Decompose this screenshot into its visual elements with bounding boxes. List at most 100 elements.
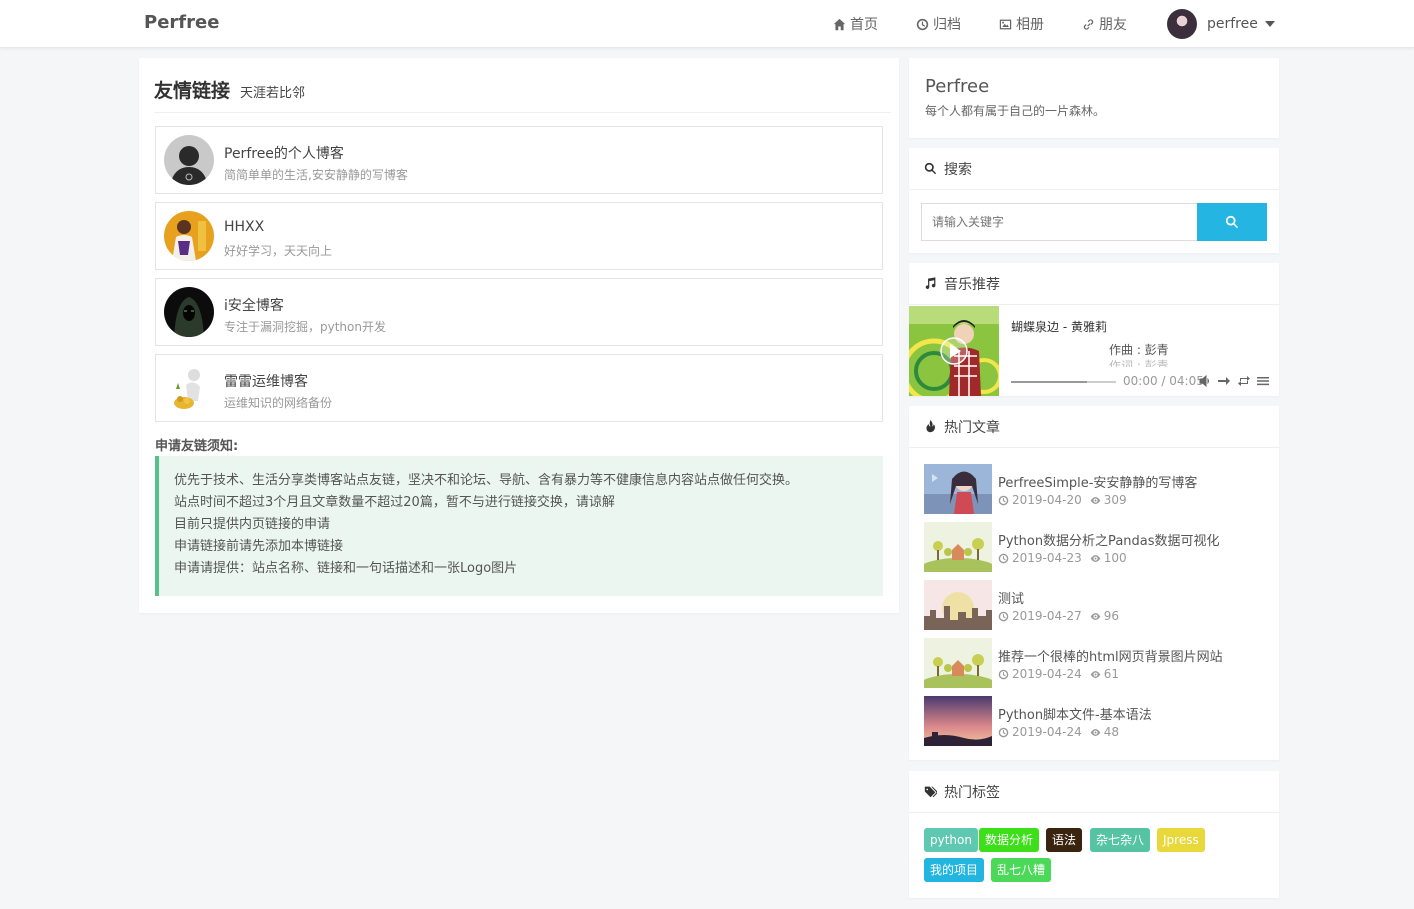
notice-line: 站点时间不超过3个月且文章数量不超过20篇，暂不与进行链接交换，请谅解 — [174, 495, 615, 510]
article-item[interactable]: 测试 2019-04-27 96 — [924, 580, 1274, 630]
widget-header: 搜索 — [909, 148, 1279, 190]
nav-item-label: 朋友 — [1099, 17, 1127, 33]
article-date: 2019-04-27 — [1012, 609, 1082, 623]
search-icon — [1225, 215, 1239, 229]
progress-fill — [1011, 381, 1087, 383]
article-meta: 2019-04-20 309 — [998, 493, 1127, 507]
article-meta: 2019-04-24 48 — [998, 725, 1119, 739]
article-view-count: 48 — [1103, 725, 1120, 739]
lyric-line: 作曲 : 彭青 — [1109, 343, 1169, 357]
progress-bar[interactable] — [1011, 381, 1116, 383]
friend-link-item[interactable]: Perfree的个人博客 简简单单的生活,安安静静的写博客 — [155, 126, 883, 194]
tag-data-analysis[interactable]: 数据分析 — [979, 828, 1040, 852]
friend-name: 雷雷运维博客 — [224, 374, 308, 390]
search-button[interactable] — [1197, 203, 1267, 241]
volume-control[interactable] — [1199, 374, 1211, 388]
nav-item-friends[interactable]: 朋友 — [1082, 14, 1127, 34]
site-brand[interactable]: Perfree — [144, 12, 219, 33]
repeat-icon — [1238, 376, 1250, 386]
fire-icon — [926, 420, 935, 433]
clock-icon — [998, 611, 1009, 621]
link-icon — [1083, 18, 1094, 30]
article-thumbnail — [924, 696, 992, 746]
article-title: Python脚本文件-基本语法 — [998, 708, 1152, 723]
user-menu[interactable]: perfree — [1167, 9, 1275, 39]
article-date: 2019-04-23 — [1012, 551, 1082, 565]
hot-articles-widget: 热门文章 PerfreeSimple-安安静静的写博客 2019-04-20 3… — [909, 406, 1279, 760]
top-navbar: Perfree 首页 归档 相册 朋友 perfree — [0, 0, 1414, 48]
clock-icon — [998, 669, 1009, 679]
tag-my-projects[interactable]: 我的项目 — [924, 858, 985, 882]
notice-line: 优先于技术、生活分享类博客站点友链，坚决不和论坛、导航、含有暴力等不健康信息内容… — [174, 473, 799, 488]
playlist-button[interactable] — [1257, 375, 1269, 387]
article-date: 2019-04-24 — [1012, 667, 1082, 681]
article-item[interactable]: Python脚本文件-基本语法 2019-04-24 48 — [924, 696, 1274, 746]
arrow-right-icon — [1218, 377, 1230, 385]
friend-desc: 专注于漏洞挖掘，python开发 — [224, 320, 386, 334]
article-view-count: 309 — [1103, 493, 1127, 507]
order-button[interactable] — [1218, 375, 1230, 387]
tag-mess[interactable]: 乱七八糟 — [991, 858, 1052, 882]
eye-icon — [1090, 554, 1101, 562]
widget-title: 热门标签 — [944, 784, 1000, 801]
friend-avatar — [164, 287, 214, 337]
friend-avatar — [164, 211, 214, 261]
divider — [154, 112, 891, 113]
article-thumbnail — [924, 464, 992, 514]
friend-avatar — [164, 135, 214, 185]
friend-link-item[interactable]: i安全博客 专注于漏洞挖掘，python开发 — [155, 278, 883, 346]
friend-desc: 运维知识的网络备份 — [224, 396, 333, 410]
about-desc: 每个人都有属于自己的一片森林。 — [925, 104, 1106, 118]
clock-icon — [998, 727, 1009, 737]
article-item[interactable]: Python数据分析之Pandas数据可视化 2019-04-23 100 — [924, 522, 1274, 572]
eye-icon — [1090, 670, 1101, 678]
volume-icon — [1199, 374, 1209, 388]
album-cover[interactable] — [909, 306, 999, 396]
nav-item-label: 首页 — [850, 17, 878, 33]
page-subtitle: 天涯若比邻 — [240, 86, 306, 101]
nav-item-album[interactable]: 相册 — [999, 14, 1044, 34]
notice-box: 优先于技术、生活分享类博客站点友链，坚决不和论坛、导航、含有暴力等不健康信息内容… — [155, 456, 883, 596]
loop-button[interactable] — [1238, 375, 1250, 387]
article-title: Python数据分析之Pandas数据可视化 — [998, 534, 1220, 549]
article-views: 96 — [1090, 609, 1119, 623]
nav-item-archive[interactable]: 归档 — [916, 14, 961, 34]
widget-header: 热门标签 — [909, 771, 1279, 813]
notice-line: 申请链接前请先添加本博链接 — [174, 539, 344, 554]
article-views: 61 — [1090, 667, 1119, 681]
friend-name: i安全博客 — [224, 298, 284, 314]
search-input[interactable] — [921, 203, 1197, 241]
friend-name: Perfree的个人博客 — [224, 146, 344, 162]
eye-icon — [1090, 612, 1101, 620]
about-title: Perfree — [925, 76, 990, 97]
article-date: 2019-04-24 — [1012, 725, 1082, 739]
article-thumbnail — [924, 638, 992, 688]
notice-line: 目前只提供内页链接的申请 — [174, 517, 331, 532]
friend-link-item[interactable]: 雷雷运维博客 运维知识的网络备份 — [155, 354, 883, 422]
tag-misc[interactable]: 杂七杂八 — [1090, 828, 1151, 852]
article-view-count: 61 — [1103, 667, 1120, 681]
tag-jpress[interactable]: Jpress — [1157, 828, 1205, 852]
eye-icon — [1090, 496, 1101, 504]
article-item[interactable]: PerfreeSimple-安安静静的写博客 2019-04-20 309 — [924, 464, 1274, 514]
menu-icon — [1257, 377, 1269, 386]
article-title: 推荐一个很棒的html网页背景图片网站 — [998, 650, 1223, 665]
tag-syntax[interactable]: 语法 — [1046, 828, 1083, 852]
nav-item-home[interactable]: 首页 — [833, 14, 878, 34]
friend-link-item[interactable]: HHXX 好好学习，天天向上 — [155, 202, 883, 270]
article-meta: 2019-04-27 96 — [998, 609, 1119, 623]
hot-tags-widget: 热门标签 python 数据分析 语法 杂七杂八 Jpress 我的项目 乱七八… — [909, 771, 1279, 898]
article-title: PerfreeSimple-安安静静的写博客 — [998, 476, 1198, 491]
article-views: 48 — [1090, 725, 1119, 739]
lyric-line: 作词 : 彭青 — [1109, 359, 1169, 367]
song-title: 蝴蝶泉边 - 黄雅莉 — [1011, 320, 1107, 334]
tag-python[interactable]: python — [924, 828, 978, 852]
article-date: 2019-04-20 — [1012, 493, 1082, 507]
widget-title: 热门文章 — [944, 419, 1000, 436]
article-item[interactable]: 推荐一个很棒的html网页背景图片网站 2019-04-24 61 — [924, 638, 1274, 688]
friend-avatar — [164, 363, 214, 413]
widget-header: 热门文章 — [909, 406, 1279, 448]
username: perfree — [1207, 16, 1258, 32]
nav-item-label: 归档 — [933, 17, 961, 33]
article-thumbnail — [924, 580, 992, 630]
